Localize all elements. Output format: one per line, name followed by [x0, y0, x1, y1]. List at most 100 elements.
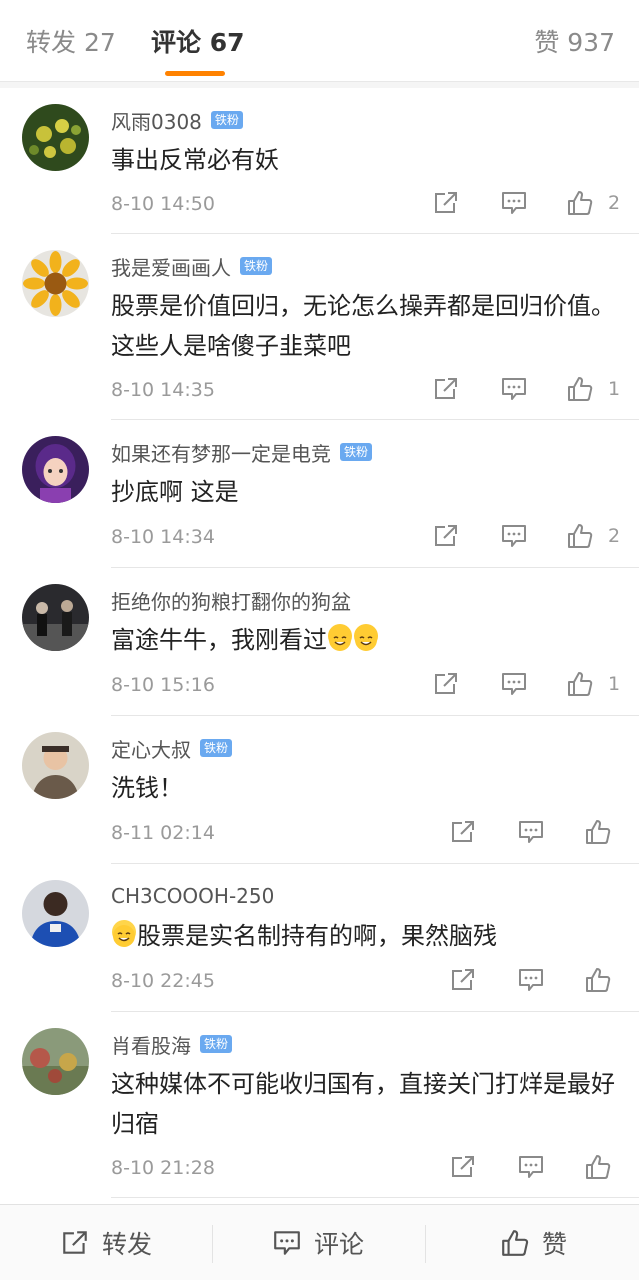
comment-item: 定心大叔 铁粉 洗钱！ 8-11 02:14 [0, 716, 639, 864]
like-button[interactable]: 1 [566, 670, 620, 698]
repost-button[interactable] [449, 966, 477, 994]
repost-icon [452, 821, 474, 842]
comment-icon [519, 821, 543, 843]
repost-icon [435, 525, 457, 546]
laugh-cry-emoji-icon [354, 624, 378, 651]
comment-icon [519, 1156, 543, 1178]
comment-action-label: 评论 [314, 1230, 365, 1259]
comment-text: 股票是实名制持有的啊，果然脑残 [111, 916, 621, 956]
fan-badge: 铁粉 [200, 739, 233, 757]
avatar[interactable] [22, 732, 89, 799]
comment-author-row: 肖看股海 铁粉 [111, 1029, 233, 1059]
comment-icon [502, 378, 526, 400]
avatar[interactable] [22, 250, 89, 317]
comment-author[interactable]: 风雨0308 [111, 106, 202, 135]
thumbs-up-icon [586, 1155, 611, 1179]
comment-item: 如果还有梦那一定是电竞 铁粉 抄底啊 这是 8-10 14:34 2 [0, 420, 639, 568]
comment-item: CH3COOOH-250 股票是实名制持有的啊，果然脑残 8-10 22:45 [0, 864, 639, 1012]
comment-icon [502, 192, 526, 214]
comment-text: 洗钱！ [111, 774, 183, 802]
avatar[interactable] [22, 584, 89, 651]
comment-author-row: 定心大叔 铁粉 [111, 733, 233, 763]
sweat-emoji-icon [112, 920, 136, 947]
comment-time: 8-10 14:35 [111, 379, 215, 401]
avatar[interactable] [22, 880, 89, 947]
comment-author-row: 我是爱画画人 铁粉 [111, 251, 273, 281]
repost-button[interactable] [449, 818, 477, 846]
comment-button[interactable] [517, 818, 545, 846]
like-button[interactable] [584, 1153, 612, 1181]
tab-likes[interactable]: 赞 937 [534, 26, 615, 60]
repost-icon [452, 969, 474, 990]
thumbs-up-icon [586, 820, 611, 844]
like-button[interactable] [584, 818, 612, 846]
comment-button[interactable] [517, 1153, 545, 1181]
like-count: 1 [608, 673, 621, 695]
repost-button[interactable] [432, 522, 460, 550]
divider [425, 1225, 426, 1263]
avatar[interactable] [22, 104, 89, 171]
repost-icon [435, 192, 457, 213]
comment-author-row: 风雨0308 铁粉 [111, 105, 243, 135]
comment-icon [274, 1231, 300, 1255]
comment-author-row: CH3COOOH-250 [111, 881, 274, 911]
fan-badge: 铁粉 [340, 443, 373, 461]
comment-author-row: 拒绝你的狗粮打翻你的狗盆 [111, 585, 351, 615]
like-action-button[interactable]: 赞 [500, 1205, 567, 1280]
avatar[interactable] [22, 436, 89, 503]
thumbs-up-icon [568, 191, 593, 215]
like-button[interactable]: 2 [566, 522, 620, 550]
avatar[interactable] [22, 1028, 89, 1095]
tab-comments[interactable]: 评论 67 [151, 26, 245, 60]
bottom-action-bar: 转发 评论 赞 [0, 1204, 639, 1280]
comment-author-row: 如果还有梦那一定是电竞 铁粉 [111, 437, 373, 467]
comment-author[interactable]: 如果还有梦那一定是电竞 [111, 438, 331, 467]
repost-button[interactable] [432, 189, 460, 217]
divider [212, 1225, 213, 1263]
comment-author[interactable]: 拒绝你的狗粮打翻你的狗盆 [111, 586, 351, 615]
fan-badge: 铁粉 [200, 1035, 233, 1053]
comment-text-content: 富途牛牛，我刚看过 [111, 626, 327, 654]
comment-button[interactable] [517, 966, 545, 994]
comment-icon [519, 969, 543, 991]
like-button[interactable]: 2 [566, 189, 620, 217]
comment-time: 8-10 15:16 [111, 674, 215, 696]
laugh-cry-emoji-icon [328, 624, 352, 651]
repost-icon [435, 673, 457, 694]
comment-button[interactable] [500, 375, 528, 403]
comment-icon [502, 673, 526, 695]
comment-text-content: 股票是实名制持有的啊，果然脑残 [137, 922, 497, 950]
comment-list: 风雨0308 铁粉 事出反常必有妖 8-10 14:50 2 我是爱画画人 铁粉… [0, 88, 639, 1198]
like-count: 2 [608, 192, 621, 214]
thumbs-up-icon [502, 1230, 529, 1256]
thumbs-up-icon [568, 377, 593, 401]
comment-author[interactable]: CH3COOOH-250 [111, 884, 274, 908]
comment-time: 8-10 21:28 [111, 1157, 215, 1179]
like-button[interactable] [584, 966, 612, 994]
comment-text: 这种媒体不可能收归国有，直接关门打烊是最好归宿 [111, 1070, 615, 1138]
tab-reposts[interactable]: 转发 27 [26, 26, 116, 60]
repost-icon [63, 1231, 87, 1254]
comment-text: 抄底啊 这是 [111, 478, 239, 506]
comment-icon [502, 525, 526, 547]
fan-badge: 铁粉 [210, 111, 243, 129]
repost-button[interactable] [432, 375, 460, 403]
repost-button[interactable] [432, 670, 460, 698]
fan-badge: 铁粉 [240, 257, 273, 275]
comment-item: 拒绝你的狗粮打翻你的狗盆 富途牛牛，我刚看过 8-10 15:16 1 [0, 568, 639, 716]
repost-button[interactable] [449, 1153, 477, 1181]
comment-author[interactable]: 肖看股海 [111, 1030, 191, 1059]
comment-author[interactable]: 定心大叔 [111, 734, 191, 763]
comment-text: 富途牛牛，我刚看过 [111, 620, 621, 660]
comment-button[interactable] [500, 522, 528, 550]
repost-action-button[interactable]: 转发 [60, 1205, 152, 1280]
comment-text: 股票是价值回归，无论怎么操弄都是回归价值。这些人是啥傻子韭菜吧 [111, 292, 615, 360]
comment-time: 8-10 22:45 [111, 970, 215, 992]
like-button[interactable]: 1 [566, 375, 620, 403]
comment-item: 风雨0308 铁粉 事出反常必有妖 8-10 14:50 2 [0, 88, 639, 234]
comment-action-button[interactable]: 评论 [272, 1205, 364, 1280]
comment-button[interactable] [500, 189, 528, 217]
comment-time: 8-10 14:50 [111, 193, 215, 215]
comment-button[interactable] [500, 670, 528, 698]
comment-author[interactable]: 我是爱画画人 [111, 252, 231, 281]
